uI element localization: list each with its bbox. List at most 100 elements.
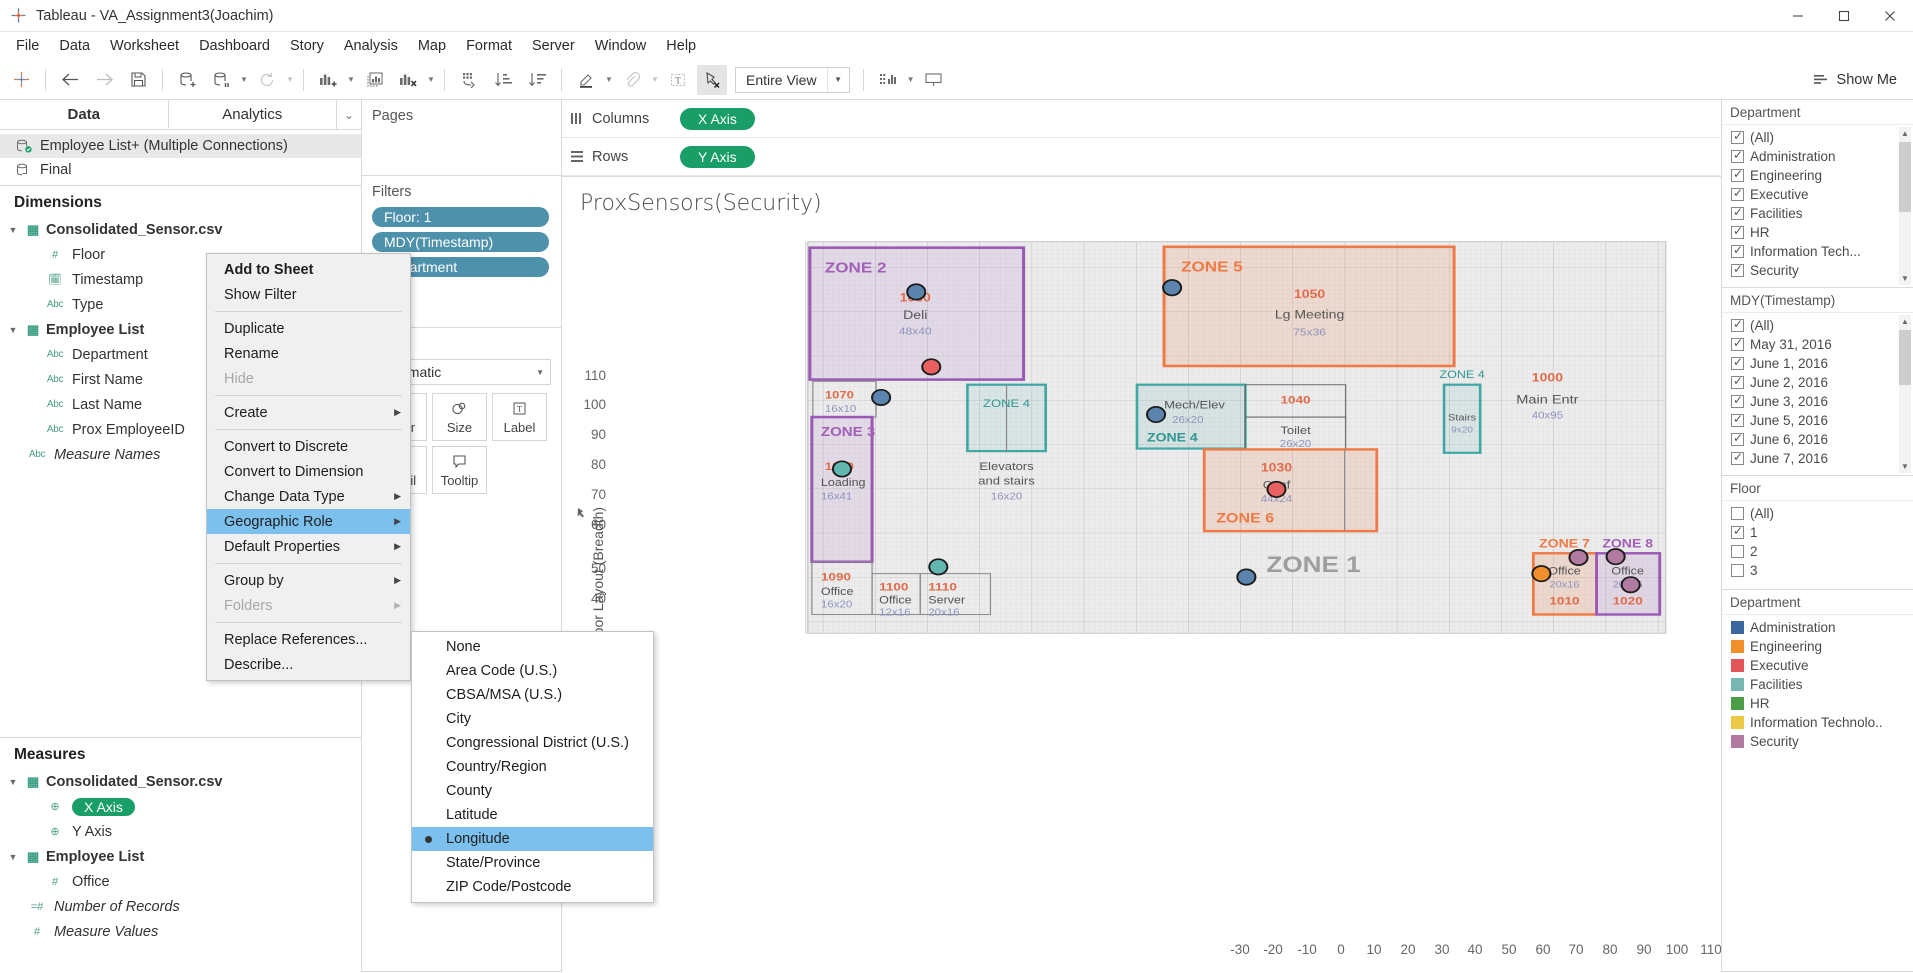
text-label-icon[interactable]: T [663, 65, 693, 95]
menu-item-create[interactable]: Create ▶ [207, 400, 410, 425]
menu-window[interactable]: Window [585, 35, 657, 57]
measure-y-axis[interactable]: ⊕ Y Axis [0, 819, 361, 844]
geo-role-congressional-district[interactable]: Congressional District (U.S.) [412, 731, 653, 755]
checkbox[interactable] [1731, 524, 1744, 539]
scrollbar-thumb[interactable] [1899, 142, 1911, 212]
filter-item[interactable]: Security [1722, 261, 1913, 280]
show-hide-cards-icon[interactable] [873, 65, 903, 95]
chevron-down-icon[interactable]: ▼ [6, 852, 20, 862]
filter-item[interactable]: Administration [1722, 147, 1913, 166]
menu-item-group-by[interactable]: Group by ▶ [207, 568, 410, 593]
data-point[interactable] [1568, 548, 1589, 567]
marks-size-button[interactable]: Size [432, 393, 487, 441]
columns-shelf[interactable]: Columns X Axis [562, 100, 1721, 138]
legend-list[interactable]: Administration Engineering Executive Fac… [1722, 615, 1913, 755]
dimension-group-consolidated-sensor[interactable]: ▼ ▦ Consolidated_Sensor.csv [0, 217, 361, 242]
filter-item[interactable]: June 5, 2016 [1722, 411, 1913, 430]
close-button[interactable] [1867, 0, 1913, 32]
chevron-down-icon[interactable]: ▼ [536, 368, 544, 377]
back-button[interactable] [55, 65, 85, 95]
legend-item[interactable]: Security [1722, 732, 1913, 751]
measure-x-axis[interactable]: ⊕ X Axis [0, 794, 361, 819]
filter-list[interactable]: (All) 1 2 3 [1722, 501, 1913, 589]
refresh-dropdown-caret[interactable]: ▼ [284, 67, 296, 93]
view-size-caret-icon[interactable]: ▼ [826, 67, 849, 92]
data-source-final[interactable]: Final [0, 158, 361, 182]
checkbox[interactable] [1731, 167, 1744, 182]
data-point[interactable] [871, 388, 892, 406]
geo-role-country-region[interactable]: Country/Region [412, 755, 653, 779]
maximize-button[interactable] [1821, 0, 1867, 32]
data-source-dropdown-caret[interactable]: ▼ [238, 67, 250, 93]
menu-help[interactable]: Help [656, 35, 706, 57]
menu-item-duplicate[interactable]: Duplicate [207, 316, 410, 341]
legend-item[interactable]: HR [1722, 694, 1913, 713]
swap-rows-columns-icon[interactable] [454, 65, 484, 95]
legend-item[interactable]: Engineering [1722, 637, 1913, 656]
checkbox[interactable] [1731, 262, 1744, 277]
sort-descending-icon[interactable] [522, 65, 552, 95]
filter-item[interactable]: Executive [1722, 185, 1913, 204]
attach-dropdown-caret[interactable]: ▼ [649, 67, 661, 93]
menu-file[interactable]: File [6, 35, 49, 57]
new-data-source-icon[interactable] [172, 65, 202, 95]
checkbox[interactable] [1731, 545, 1744, 558]
columns-pill-x-axis[interactable]: X Axis [680, 107, 755, 130]
chevron-down-icon[interactable]: ▼ [6, 225, 20, 235]
data-point[interactable] [928, 558, 949, 576]
refresh-icon[interactable] [252, 65, 282, 95]
menu-data[interactable]: Data [49, 35, 100, 57]
highlight-dropdown-caret[interactable]: ▼ [603, 67, 615, 93]
filter-item[interactable]: May 31, 2016 [1722, 335, 1913, 354]
sort-ascending-icon[interactable] [488, 65, 518, 95]
filter-item[interactable]: 3 [1722, 561, 1913, 580]
menu-item-default-properties[interactable]: Default Properties ▶ [207, 534, 410, 559]
menu-item-show-filter[interactable]: Show Filter [207, 282, 410, 307]
chevron-down-icon[interactable]: ▼ [6, 777, 20, 787]
geo-role-city[interactable]: City [412, 707, 653, 731]
data-point[interactable] [1531, 565, 1552, 583]
data-point[interactable] [921, 358, 942, 376]
checkbox[interactable] [1731, 507, 1744, 520]
measure-measure-values[interactable]: # Measure Values [0, 919, 361, 944]
menu-analysis[interactable]: Analysis [334, 35, 408, 57]
data-point[interactable] [1605, 548, 1626, 566]
tab-data[interactable]: Data [0, 100, 169, 129]
rows-pill-y-axis[interactable]: Y Axis [680, 145, 755, 168]
filter-item[interactable]: HR [1722, 223, 1913, 242]
checkbox[interactable] [1731, 317, 1744, 332]
filter-item[interactable]: (All) [1722, 504, 1913, 523]
geo-role-latitude[interactable]: Latitude [412, 803, 653, 827]
menu-item-convert-to-dimension[interactable]: Convert to Dimension [207, 459, 410, 484]
attach-icon[interactable] [617, 65, 647, 95]
menu-item-change-data-type[interactable]: Change Data Type ▶ [207, 484, 410, 509]
save-button[interactable] [123, 65, 153, 95]
filter-item[interactable]: June 6, 2016 [1722, 430, 1913, 449]
tab-analytics[interactable]: Analytics [168, 100, 337, 129]
menu-dashboard[interactable]: Dashboard [189, 35, 280, 57]
data-point[interactable] [1236, 568, 1257, 586]
clear-sheet-icon[interactable] [393, 65, 423, 95]
checkbox[interactable] [1731, 374, 1744, 389]
checkbox[interactable] [1731, 186, 1744, 201]
menu-map[interactable]: Map [408, 35, 456, 57]
filter-item[interactable]: Facilities [1722, 204, 1913, 223]
filter-pill-floor[interactable]: Floor: 1 [372, 207, 549, 227]
menu-item-convert-to-discrete[interactable]: Convert to Discrete [207, 434, 410, 459]
tableau-home-icon[interactable] [6, 65, 36, 95]
legend-item[interactable]: Administration [1722, 618, 1913, 637]
clear-sheet-dropdown-caret[interactable]: ▼ [425, 67, 437, 93]
checkbox[interactable] [1731, 129, 1744, 144]
scroll-up-arrow-icon[interactable]: ▲ [1899, 315, 1911, 328]
checkbox[interactable] [1731, 393, 1744, 408]
geographic-role-submenu[interactable]: None Area Code (U.S.) CBSA/MSA (U.S.) Ci… [411, 631, 654, 903]
forward-button[interactable] [89, 65, 119, 95]
chevron-down-icon[interactable]: ▼ [6, 325, 20, 335]
show-me-button[interactable]: Show Me [1798, 72, 1913, 88]
leg\end-item[interactable]: Information Technolo.. [1722, 713, 1913, 732]
geo-role-area-code[interactable]: Area Code (U.S.) [412, 659, 653, 683]
view-size-selector[interactable]: Entire View ▼ [735, 66, 850, 93]
show-hide-cards-caret[interactable]: ▼ [905, 67, 917, 93]
minimize-button[interactable] [1775, 0, 1821, 32]
new-worksheet-dropdown-caret[interactable]: ▼ [345, 67, 357, 93]
